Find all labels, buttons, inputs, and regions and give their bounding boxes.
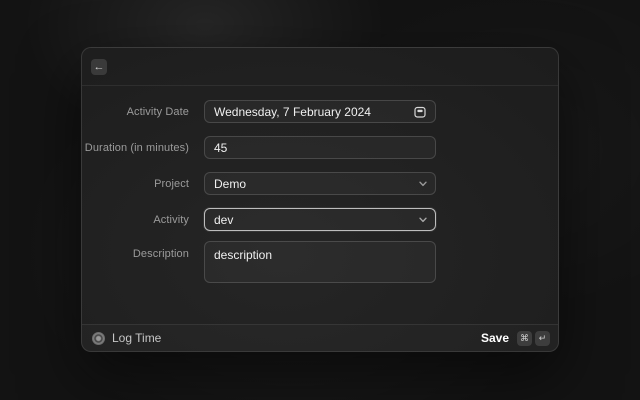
project-row: Project Demo bbox=[82, 172, 558, 195]
back-button[interactable]: ← bbox=[91, 59, 107, 75]
duration-value: 45 bbox=[214, 141, 427, 155]
project-select[interactable]: Demo bbox=[204, 172, 436, 195]
log-time-window: ← Activity Date Wednesday, 7 February 20… bbox=[81, 47, 559, 352]
activity-value: dev bbox=[214, 213, 419, 227]
chevron-down-icon bbox=[419, 217, 427, 223]
back-arrow-icon: ← bbox=[94, 62, 105, 73]
description-row: Description description bbox=[82, 241, 558, 283]
action-bar-left: Log Time bbox=[92, 331, 481, 345]
activity-label: Activity bbox=[82, 214, 189, 226]
duration-row: Duration (in minutes) 45 bbox=[82, 136, 558, 159]
duration-label: Duration (in minutes) bbox=[82, 142, 189, 154]
description-label: Description bbox=[82, 241, 189, 260]
save-button-label: Save bbox=[481, 331, 509, 345]
return-key-icon: ↵ bbox=[535, 331, 550, 346]
project-value: Demo bbox=[214, 177, 419, 191]
window-header: ← bbox=[82, 48, 558, 86]
activity-date-value: Wednesday, 7 February 2024 bbox=[214, 105, 413, 119]
command-key-icon: ⌘ bbox=[517, 331, 532, 346]
save-action[interactable]: Save ⌘ ↵ bbox=[481, 331, 550, 346]
activity-date-label: Activity Date bbox=[82, 106, 189, 118]
action-bar: Log Time Save ⌘ ↵ bbox=[82, 324, 558, 351]
activity-date-row: Activity Date Wednesday, 7 February 2024 bbox=[82, 100, 558, 123]
extension-icon bbox=[92, 332, 105, 345]
description-textarea[interactable]: description bbox=[204, 241, 436, 283]
project-label: Project bbox=[82, 178, 189, 190]
command-name: Log Time bbox=[112, 331, 161, 345]
duration-input[interactable]: 45 bbox=[204, 136, 436, 159]
description-value: description bbox=[214, 248, 427, 262]
chevron-down-icon bbox=[419, 181, 427, 187]
calendar-icon bbox=[413, 105, 427, 119]
activity-row: Activity dev bbox=[82, 208, 558, 231]
activity-select[interactable]: dev bbox=[204, 208, 436, 231]
activity-date-field[interactable]: Wednesday, 7 February 2024 bbox=[204, 100, 436, 123]
